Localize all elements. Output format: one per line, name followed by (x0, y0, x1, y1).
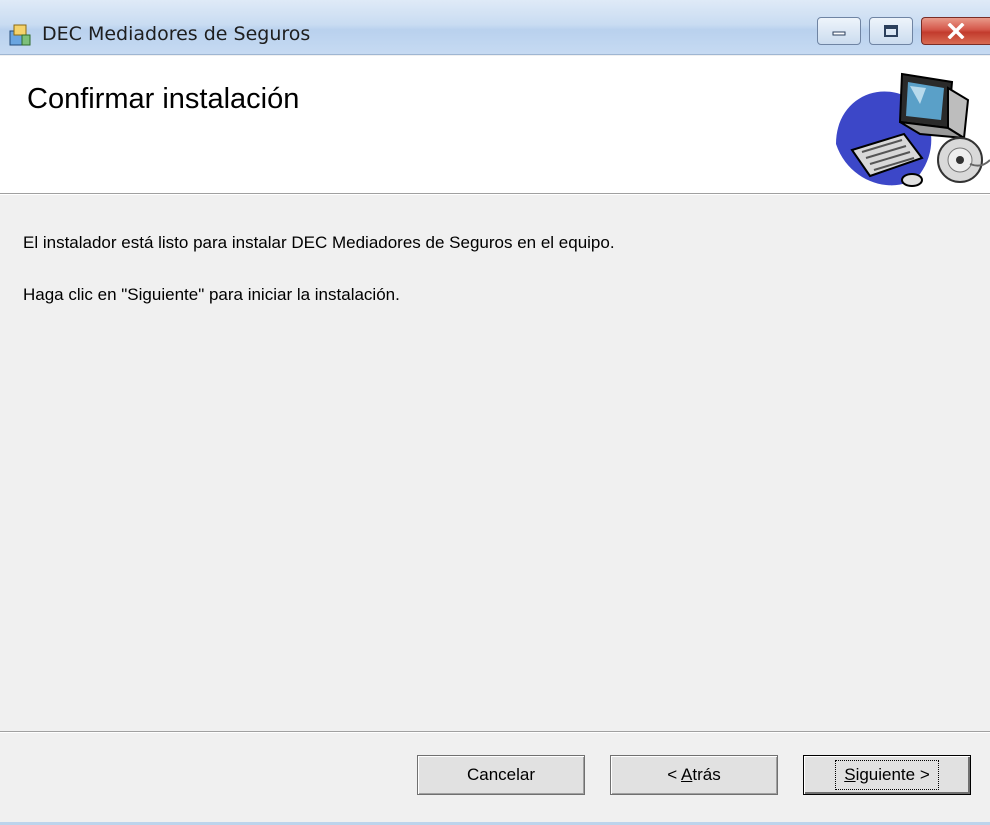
close-button[interactable] (921, 17, 990, 45)
next-rest: iguiente > (855, 765, 930, 784)
next-button-label: Siguiente > (835, 760, 939, 790)
cancel-button-label: Cancelar (466, 765, 536, 784)
close-icon (947, 23, 965, 39)
back-rest: trás (692, 765, 721, 784)
back-button-label: < Atrás (667, 765, 720, 785)
computer-cd-icon (836, 72, 990, 187)
back-prefix: < (667, 765, 682, 784)
window-title: DEC Mediadores de Seguros (42, 23, 311, 45)
back-mnemonic: A (681, 765, 693, 784)
maximize-icon (884, 25, 898, 37)
title-bar[interactable]: DEC Mediadores de Seguros (0, 0, 990, 55)
header-band: Confirmar instalación (0, 56, 990, 194)
next-button[interactable]: Siguiente > (803, 755, 971, 795)
installer-icon (9, 24, 31, 46)
next-mnemonic: S (844, 765, 856, 784)
minimize-button[interactable] (817, 17, 861, 45)
back-button[interactable]: < Atrás (610, 755, 778, 795)
ready-message: El instalador está listo para instalar D… (23, 233, 615, 252)
cancel-button[interactable]: Cancelar (417, 755, 585, 795)
footer-divider-highlight (0, 732, 990, 733)
instruction-message: Haga clic en "Siguiente" para iniciar la… (23, 285, 400, 304)
maximize-button[interactable] (869, 17, 913, 45)
minimize-icon (832, 31, 846, 36)
header-divider (0, 194, 990, 195)
page-title: Confirmar instalación (27, 83, 300, 115)
